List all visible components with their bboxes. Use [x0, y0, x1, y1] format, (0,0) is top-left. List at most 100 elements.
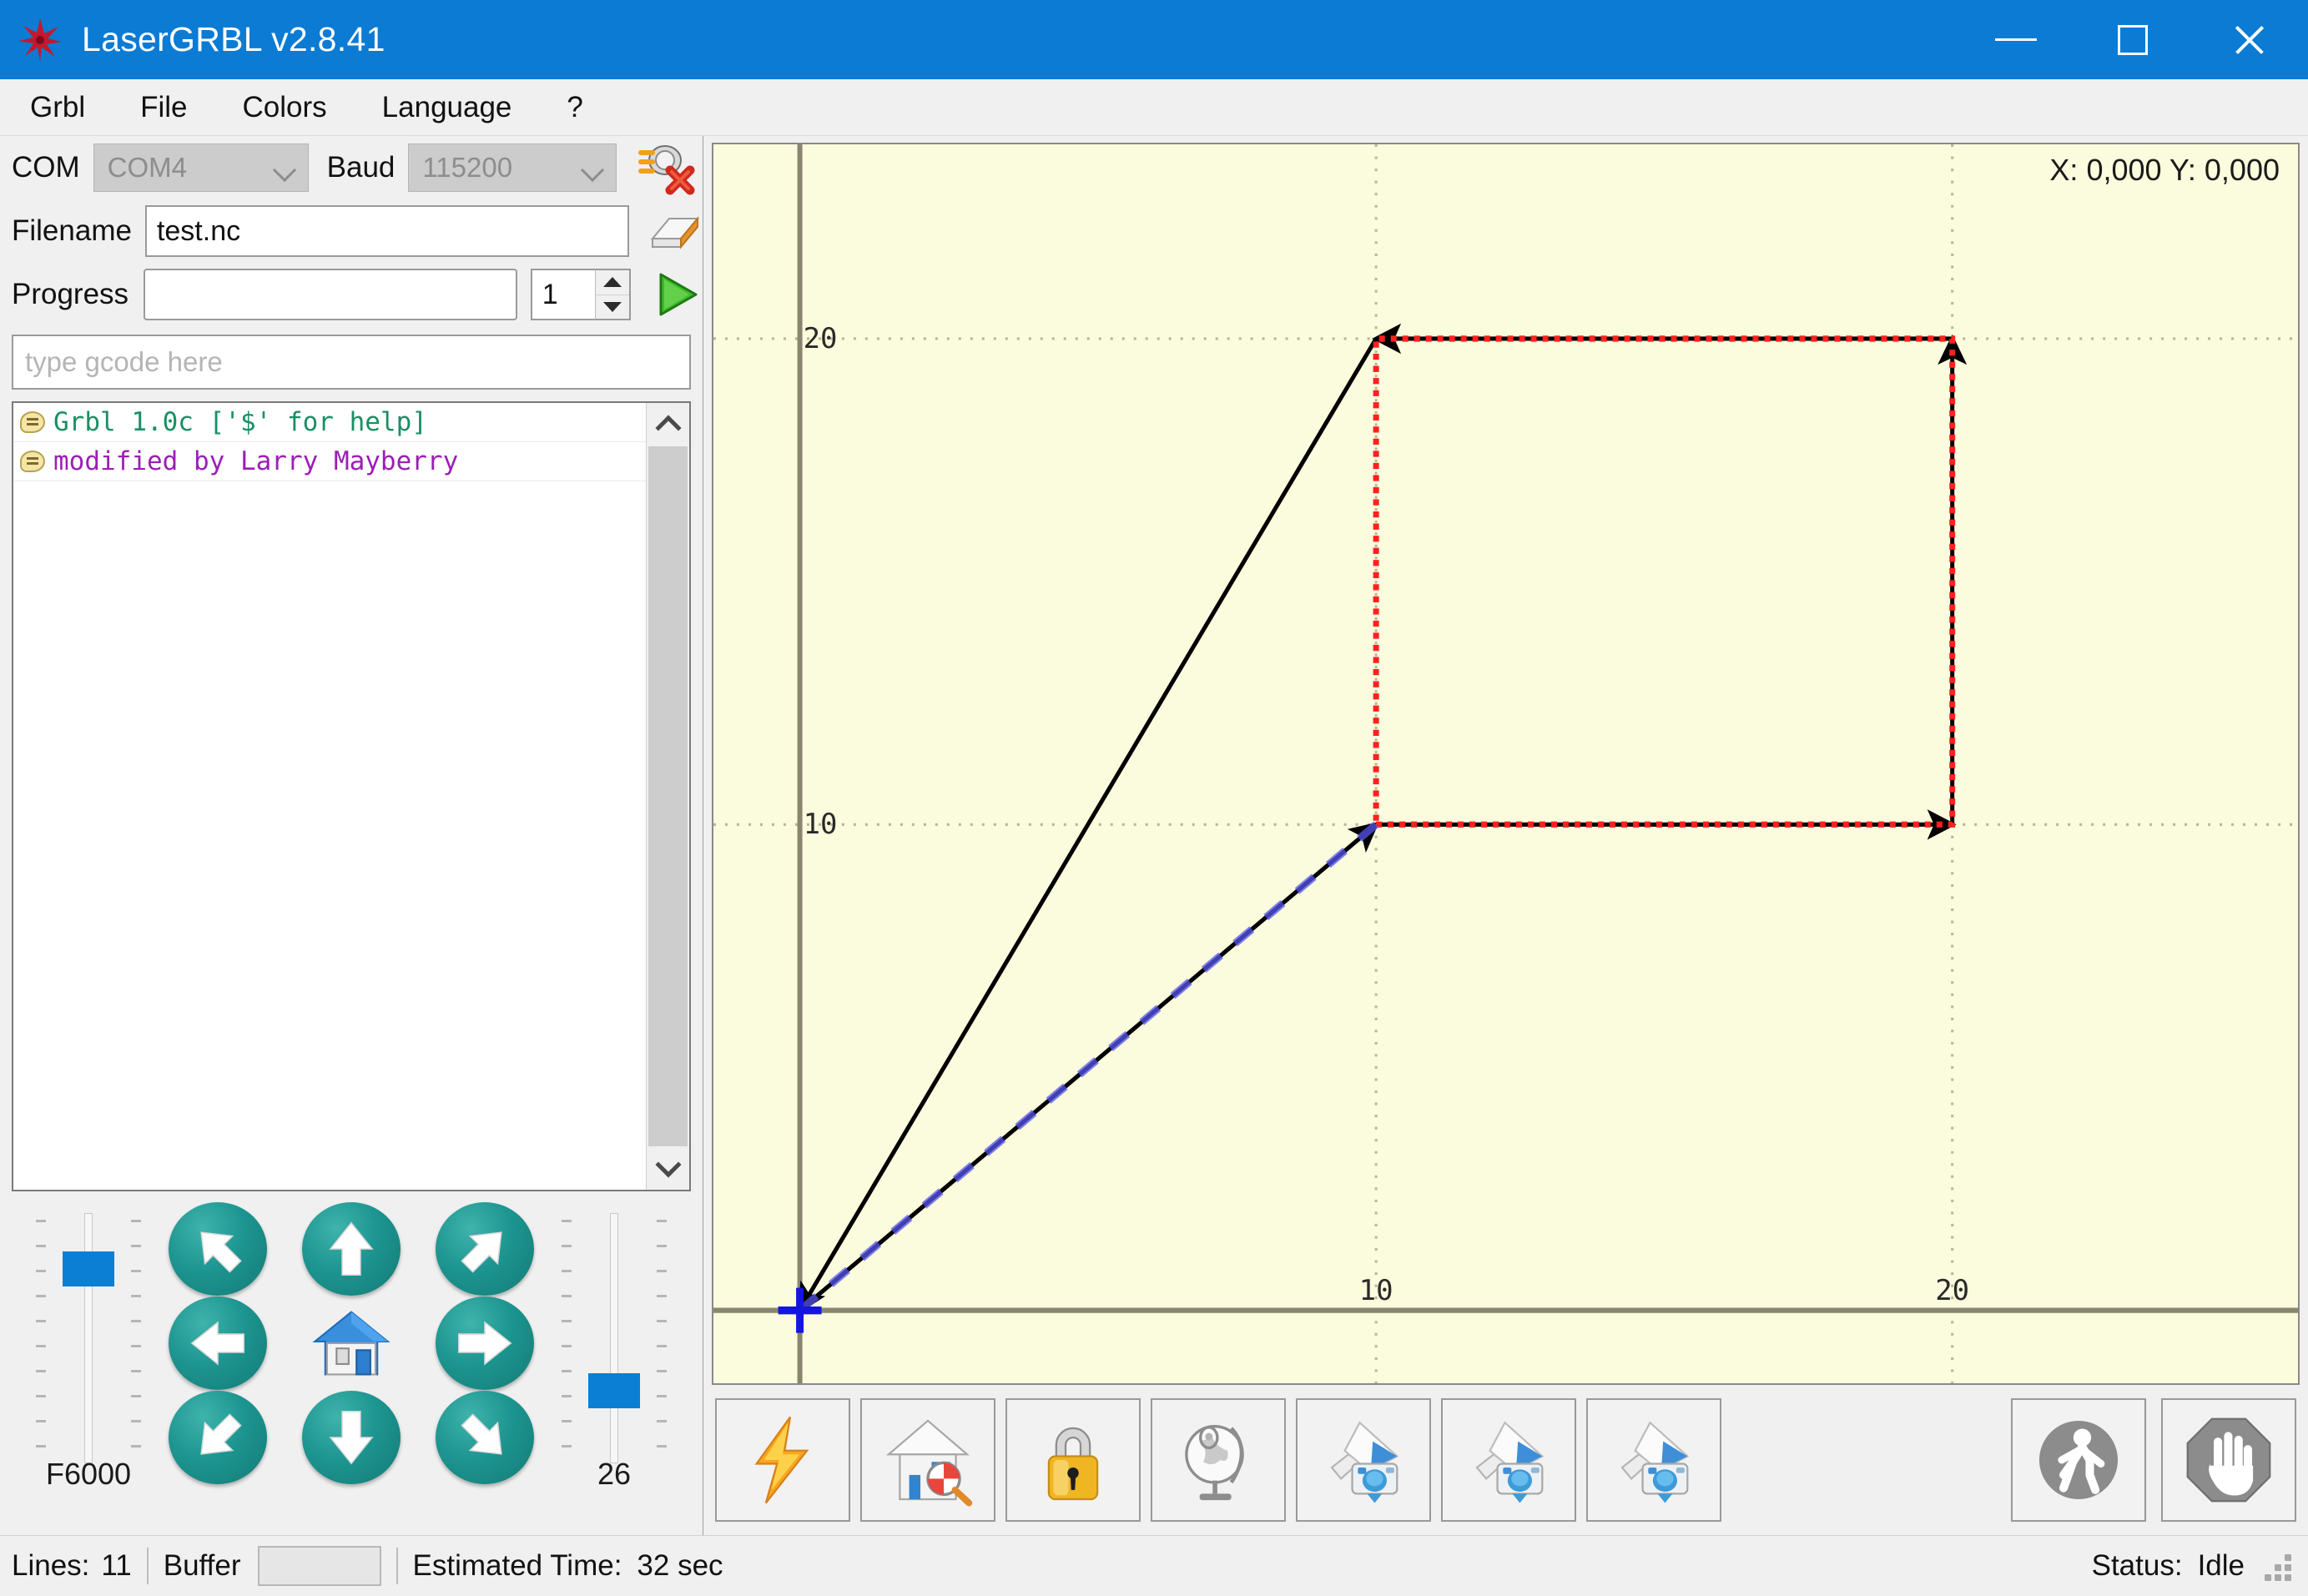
photo-camera-two-icon — [1475, 1421, 1545, 1503]
com-port-select[interactable]: COM4 — [93, 143, 309, 192]
jog-dpad — [151, 1201, 552, 1485]
jog-down-button[interactable] — [302, 1390, 401, 1484]
title-bar: LaserGRBL v2.8.41 — [0, 0, 2308, 79]
arrow-up-icon — [329, 1221, 374, 1276]
jog-right-button[interactable] — [436, 1296, 534, 1390]
scrollbar-thumb[interactable] — [648, 446, 688, 1146]
repeat-count-field[interactable]: 1 — [530, 269, 595, 320]
repeat-count-stepper[interactable] — [594, 269, 631, 320]
jog-down-right-button[interactable] — [436, 1390, 534, 1484]
slider-ticks — [552, 1213, 677, 1463]
window-title: LaserGRBL v2.8.41 — [82, 20, 386, 58]
console-line-text: Grbl 1.0c ['$' for help] — [53, 407, 427, 437]
set-origin-button[interactable] — [1151, 1398, 1286, 1522]
menu-item-grbl[interactable]: Grbl — [5, 86, 110, 129]
jog-home-button[interactable] — [301, 1297, 401, 1389]
jog-panel: F6000 26 — [0, 1201, 703, 1535]
console-scrollbar[interactable] — [646, 403, 689, 1190]
menu-item-help[interactable]: ? — [542, 86, 607, 129]
open-file-icon[interactable] — [648, 204, 703, 259]
baud-label: Baud — [326, 151, 396, 184]
feed-slider-thumb[interactable] — [63, 1251, 114, 1286]
disconnect-plug-icon[interactable] — [635, 137, 697, 199]
gcode-input-placeholder: type gcode here — [25, 346, 223, 377]
buffer-progress — [257, 1546, 381, 1586]
console-line-text: modified by Larry Mayberry — [53, 446, 459, 476]
chevron-up-icon[interactable] — [647, 403, 689, 446]
right-panel: X: 0,000 Y: 0,000 10 20 10 20 — [703, 136, 2308, 1535]
arrow-right-icon — [458, 1320, 512, 1366]
progress-bar — [144, 269, 517, 320]
padlock-icon — [1047, 1427, 1099, 1501]
chevron-down-icon[interactable] — [647, 1146, 689, 1190]
frame-preview-button[interactable] — [1441, 1398, 1576, 1522]
maximize-button[interactable] — [2074, 0, 2191, 79]
filename-label: Filename — [12, 214, 132, 247]
jog-left-button[interactable] — [169, 1296, 267, 1390]
message-bubble-icon — [20, 451, 45, 472]
status-bar: Lines: 11 Buffer Estimated Time: 32 sec … — [0, 1535, 2308, 1596]
safety-lock-button[interactable] — [1005, 1398, 1141, 1522]
status-right-group: Status: Idle — [2092, 1549, 2296, 1583]
globe-stand-icon — [1185, 1425, 1244, 1501]
console-list[interactable]: Grbl 1.0c ['$' for help] modified by Lar… — [13, 403, 646, 1190]
photo-camera-three-icon — [1620, 1421, 1690, 1503]
arrow-down-left-icon — [200, 1412, 242, 1455]
chevron-down-icon — [581, 158, 605, 183]
left-control-panel: COM COM4 Baud 115200 Filename test.nc Pr… — [0, 136, 703, 1535]
resize-grip-icon[interactable] — [2263, 1549, 2296, 1583]
divider — [146, 1548, 149, 1584]
arrow-up-left-icon — [200, 1231, 242, 1273]
com-port-value: COM4 — [107, 152, 187, 183]
console-line: modified by Larry Mayberry — [13, 442, 646, 481]
unlock-alarm-button[interactable] — [715, 1398, 850, 1522]
feed-hold-resume-button[interactable] — [2011, 1398, 2146, 1522]
house-magnifier-icon — [885, 1419, 973, 1507]
frame-repeat-button[interactable] — [1586, 1398, 1721, 1522]
slider-ticks — [26, 1213, 151, 1463]
step-size-slider[interactable]: 26 — [552, 1201, 677, 1491]
step-slider-thumb[interactable] — [588, 1373, 640, 1408]
lasergrbl-window: LaserGRBL v2.8.41 Grbl File Colors Langu… — [0, 0, 2308, 1596]
menu-item-colors[interactable]: Colors — [218, 86, 352, 129]
window-controls — [1958, 0, 2308, 79]
menu-item-language[interactable]: Language — [357, 86, 537, 129]
arrow-up-right-icon — [461, 1231, 502, 1273]
close-button[interactable] — [2191, 0, 2308, 79]
laser-on-path — [1373, 335, 1956, 828]
house-icon — [312, 1310, 391, 1375]
toolpath-segment — [797, 337, 1378, 1315]
gcode-preview-canvas[interactable]: X: 0,000 Y: 0,000 10 20 10 20 — [712, 143, 2300, 1385]
return-to-zero-button[interactable] — [1296, 1398, 1431, 1522]
toolbar-right-group — [1996, 1398, 2296, 1522]
baud-rate-select[interactable]: 115200 — [408, 143, 617, 192]
step-size-value: 26 — [597, 1457, 632, 1491]
jog-up-left-button[interactable] — [169, 1201, 267, 1296]
minimize-button[interactable] — [1958, 0, 2074, 79]
home-button[interactable] — [860, 1398, 995, 1522]
main-body: COM COM4 Baud 115200 Filename test.nc Pr… — [0, 136, 2308, 1535]
jog-up-button[interactable] — [302, 1201, 401, 1296]
stop-button[interactable] — [2161, 1398, 2296, 1522]
stepper-up-button[interactable] — [595, 270, 629, 295]
stop-hand-icon — [2186, 1417, 2271, 1503]
progress-row: Progress 1 — [0, 263, 703, 326]
status-label: Status: — [2091, 1549, 2183, 1582]
feed-rate-slider[interactable]: F6000 — [26, 1201, 151, 1491]
filename-value: test.nc — [156, 214, 241, 247]
photo-camera-one-icon — [1330, 1421, 1399, 1503]
jog-up-right-button[interactable] — [436, 1201, 534, 1296]
filename-field[interactable]: test.nc — [144, 205, 629, 257]
menu-bar: Grbl File Colors Language ? — [0, 79, 2308, 136]
arrow-left-icon — [190, 1320, 244, 1366]
menu-item-file[interactable]: File — [115, 86, 212, 129]
baud-rate-value: 115200 — [422, 152, 513, 183]
run-play-icon[interactable] — [649, 268, 703, 321]
connection-row: COM COM4 Baud 115200 — [0, 136, 703, 199]
lines-label: Lines: — [12, 1549, 90, 1582]
buffer-label: Buffer — [163, 1549, 241, 1582]
jog-down-left-button[interactable] — [169, 1390, 267, 1484]
gcode-input[interactable]: type gcode here — [12, 335, 691, 390]
arrow-down-right-icon — [461, 1412, 502, 1455]
stepper-down-button[interactable] — [596, 295, 629, 320]
